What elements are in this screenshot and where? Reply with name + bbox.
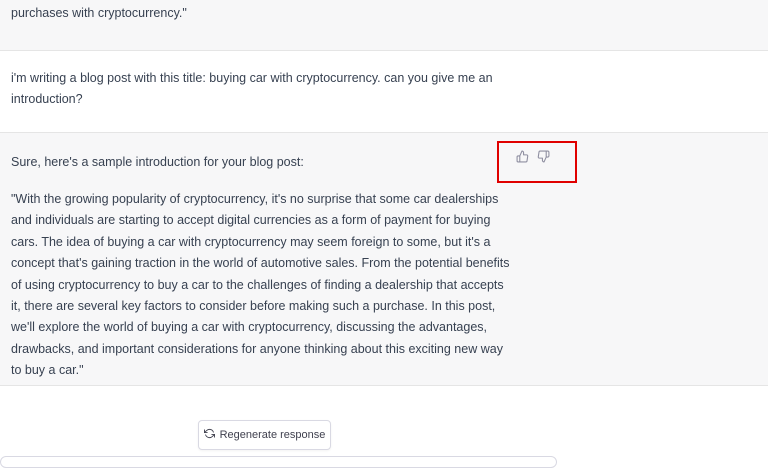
previous-assistant-message: purchases with cryptocurrency." [0,0,768,51]
composer-area [0,386,768,463]
assistant-body-text: "With the growing popularity of cryptocu… [11,192,513,378]
regenerate-label: Regenerate response [219,429,326,441]
thumbs-up-icon [516,150,529,168]
previous-message-text: purchases with cryptocurrency." [11,6,187,20]
user-message: i'm writing a blog post with this title:… [0,51,768,133]
assistant-message: Sure, here's a sample introduction for y… [0,133,768,386]
message-input[interactable] [0,456,557,468]
refresh-icon [203,428,215,442]
user-message-text: i'm writing a blog post with this title:… [11,71,497,107]
assistant-intro-text: Sure, here's a sample introduction for y… [11,155,304,169]
thumbs-up-button[interactable] [514,150,530,168]
regenerate-response-button[interactable]: Regenerate response [198,420,331,450]
thumbs-down-icon [537,150,550,168]
thumbs-down-button[interactable] [535,150,551,168]
